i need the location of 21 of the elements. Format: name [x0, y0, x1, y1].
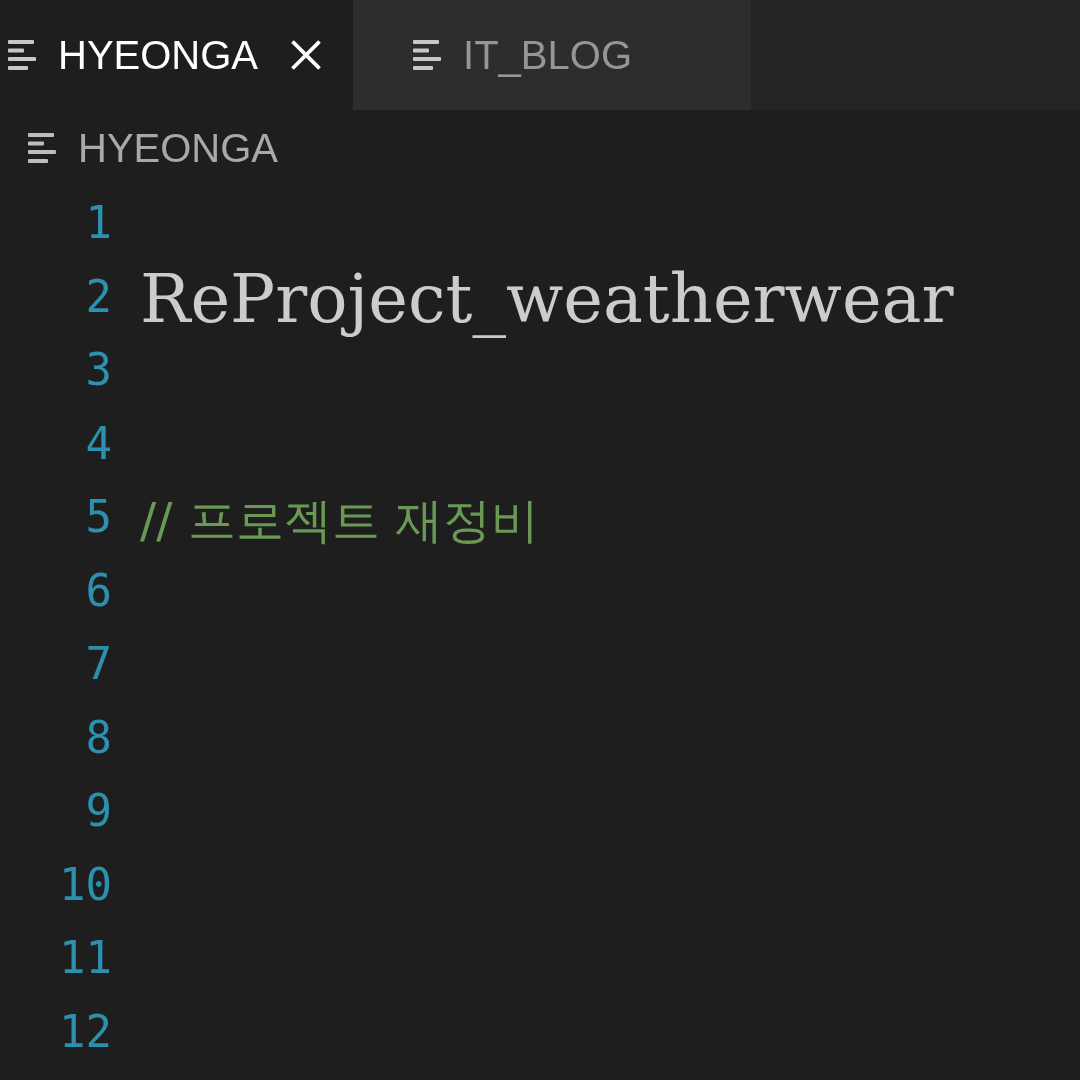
- line-number: 4: [85, 417, 112, 469]
- editor-tab[interactable]: IT_BLOG: [353, 0, 751, 110]
- text-lines-icon: [413, 40, 442, 70]
- line-number: 8: [85, 711, 112, 763]
- editor-tab[interactable]: HYEONGA: [0, 0, 354, 110]
- line-number: 1: [85, 197, 112, 249]
- breadcrumb-item[interactable]: HYEONGA: [28, 125, 279, 171]
- code-text: ReProject_weatherwear: [140, 263, 954, 338]
- text-lines-icon: [28, 133, 56, 163]
- line-number: 12: [59, 1005, 112, 1057]
- line-number: 3: [85, 344, 112, 396]
- line-number: 11: [59, 932, 112, 984]
- line-number: 7: [85, 638, 112, 690]
- line-number: 10: [59, 858, 112, 910]
- line-number: 9: [85, 785, 112, 837]
- line-number: 2: [85, 270, 112, 322]
- close-icon[interactable]: [291, 40, 322, 70]
- line-number: 5: [85, 491, 112, 543]
- text-lines-icon: [8, 40, 36, 70]
- line-number: 6: [85, 564, 112, 616]
- code-comment: // 프로젝트 재정비: [140, 490, 539, 550]
